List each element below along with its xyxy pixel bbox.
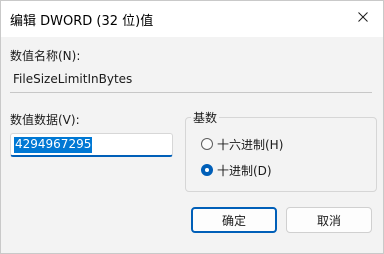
ok-button[interactable]: 确定 [191, 207, 277, 233]
cancel-button[interactable]: 取消 [286, 207, 372, 233]
base-group-title: 基数 [191, 109, 220, 126]
close-button[interactable] [349, 3, 377, 31]
dialog-title: 编辑 DWORD (32 位)值 [10, 14, 154, 29]
value-name-field: FileSizeLimitInBytes [10, 67, 372, 93]
value-data-label: 数值数据(V): [10, 113, 80, 127]
radio-hexadecimal-label: 十六进制(H) [217, 137, 284, 152]
radio-hexadecimal[interactable]: 十六进制(H) [201, 136, 283, 152]
radio-selected-icon [201, 164, 213, 176]
value-name-label: 数值名称(N): [10, 49, 81, 63]
edit-dword-dialog: 编辑 DWORD (32 位)值 数值名称(N): FileSizeLimitI… [0, 0, 384, 254]
close-icon [358, 12, 368, 22]
title-bar: 编辑 DWORD (32 位)值 [1, 1, 383, 37]
radio-decimal-label: 十进制(D) [217, 163, 272, 178]
base-groupbox [185, 117, 377, 192]
radio-unselected-icon [201, 138, 213, 150]
value-data-input[interactable]: 4294967295 [10, 133, 173, 157]
radio-decimal[interactable]: 十进制(D) [201, 162, 272, 178]
value-name-text: FileSizeLimitInBytes [13, 72, 133, 86]
value-data-text: 4294967295 [14, 137, 93, 153]
